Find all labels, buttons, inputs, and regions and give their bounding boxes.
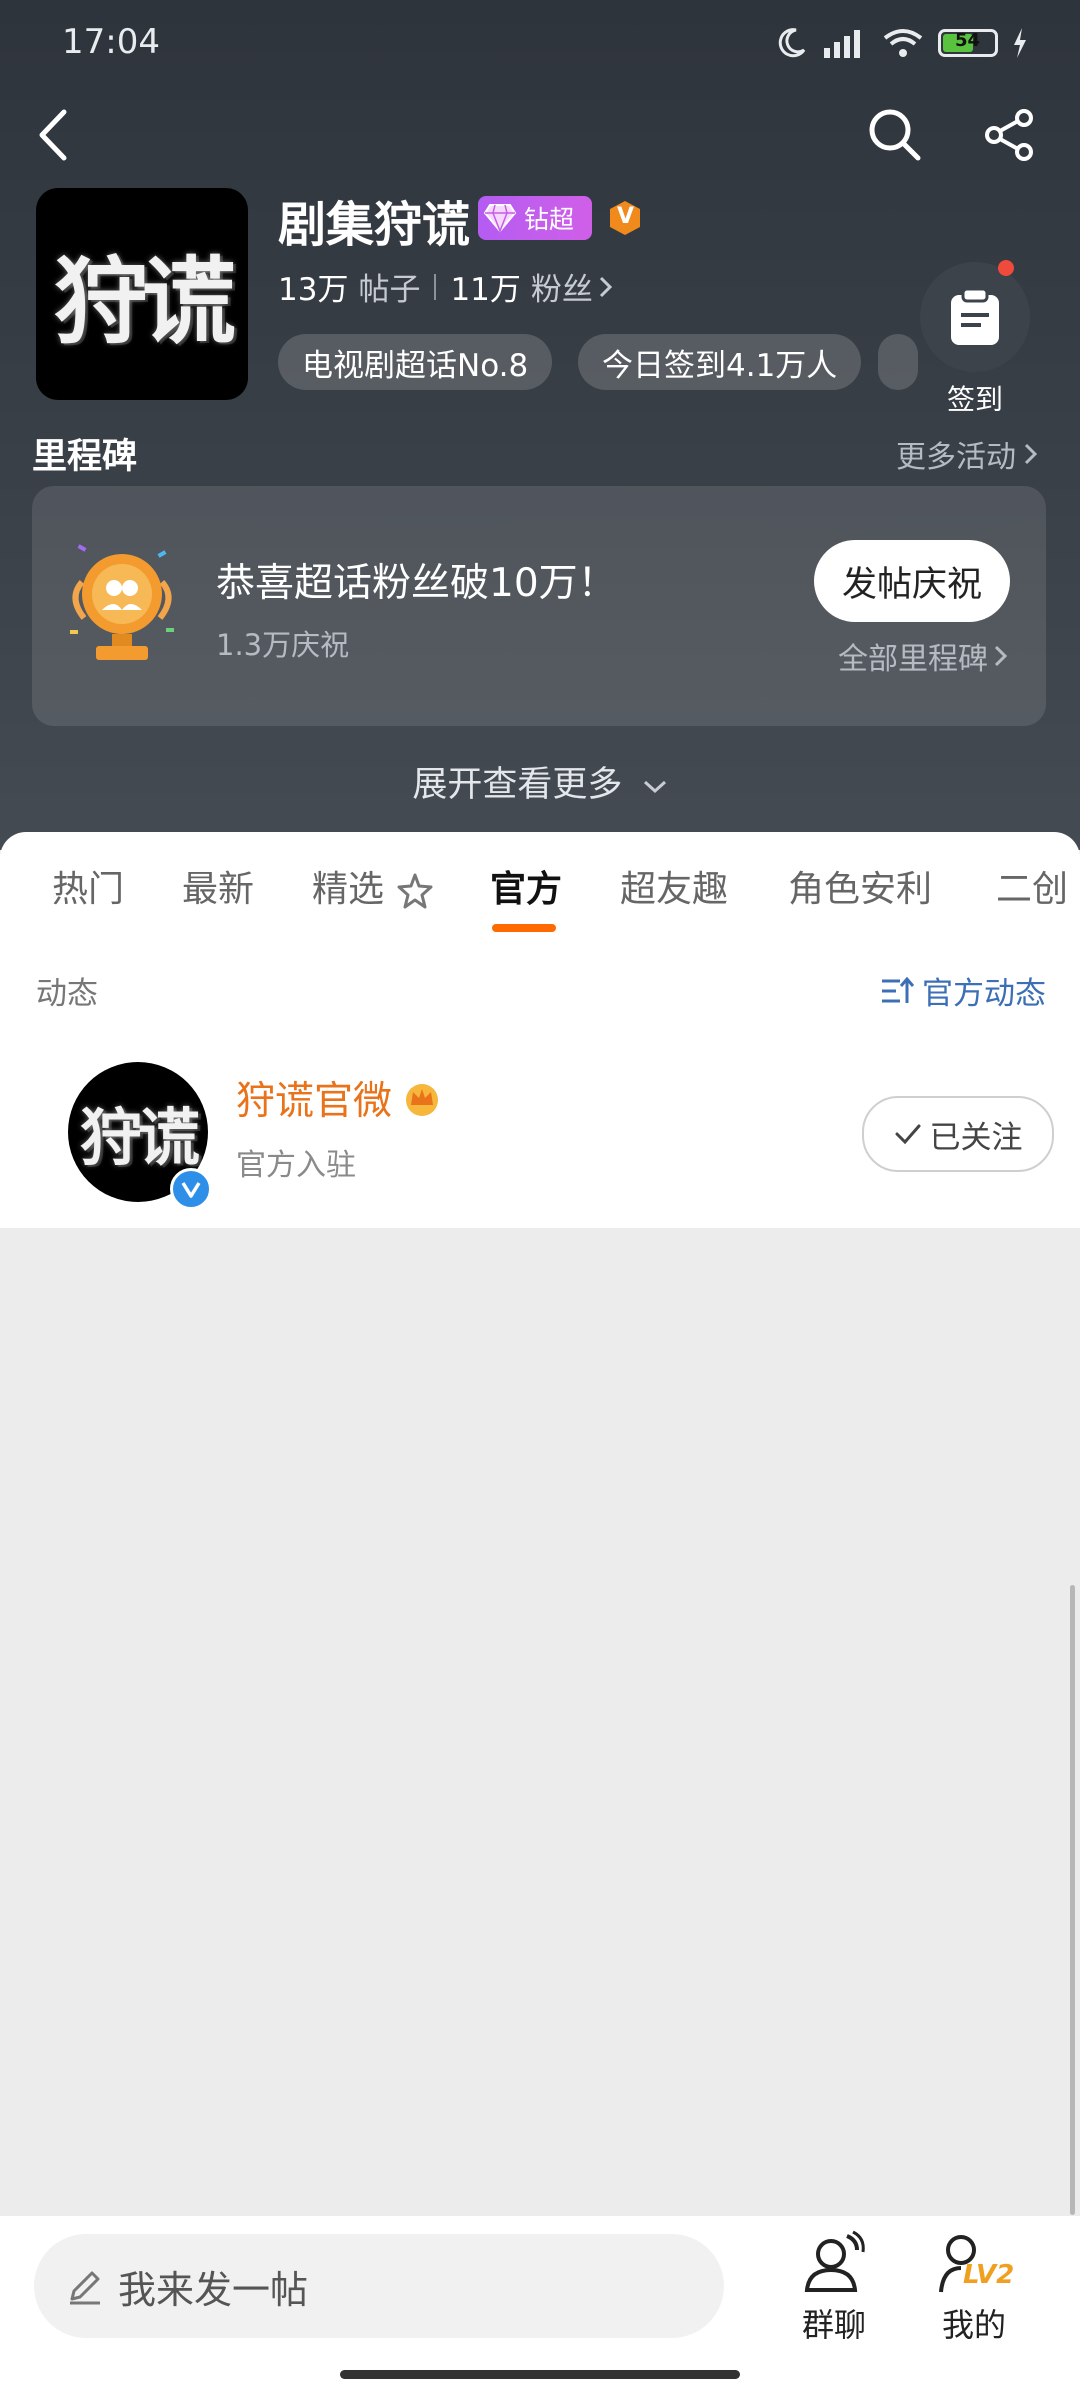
verified-badge-icon [170,1168,212,1210]
tab-super-fun[interactable]: 超友趣 [620,860,728,912]
pencil-icon [70,2271,100,2305]
more-activities-label: 更多活动 [896,440,1016,475]
checkin-label: 签到 [946,383,1003,416]
topic-stats: 13万 帖子 11万 粉丝 [278,264,615,309]
fans-link[interactable]: 11万 粉丝 [450,264,614,309]
official-v-badge: V [606,199,644,237]
sparkle-star-icon [397,873,433,909]
status-time: 17:04 [62,22,160,62]
rank-chip[interactable]: 电视剧超话No.8 [278,334,553,390]
official-feed-link[interactable]: 官方动态 [880,968,1046,1013]
sort-filter-icon [882,976,914,1003]
milestone-title: 恭喜超话粉丝破10万！ [216,561,617,606]
chevron-right-icon [1024,443,1038,465]
avatar-text: 狩谎 [79,1101,200,1174]
home-indicator[interactable] [340,2370,740,2379]
signal-icon [824,30,860,58]
content-sheet: 热门 最新 精选 官方 超友趣 角色安利 二创 动态 官方动态 狩谎 狩谎官微 … [0,832,1080,1228]
v-badge-text: V [617,204,635,229]
wifi-icon [883,29,923,57]
topic-cover: 狩谎 [36,188,248,400]
moon-icon [778,28,806,58]
more-activities-link[interactable]: 更多活动 [896,432,1040,476]
official-account-subtitle: 官方入驻 [236,1148,356,1183]
status-icons: 54 [774,26,1028,60]
notification-dot [998,260,1014,276]
checkin-icon-wrap [920,260,1030,372]
mine-button[interactable]: LV2 我的 [914,2230,1034,2346]
topic-cover-text: 狩谎 [53,247,236,357]
search-button[interactable] [866,106,922,162]
tab-hot[interactable]: 热门 [52,860,124,912]
posts-label: 帖子 [358,272,421,308]
scrollbar[interactable] [1070,1585,1075,2215]
diamond-badge-label: 钻超 [524,205,575,234]
topic-title: 剧集狩谎 [278,197,471,253]
expand-more-label: 展开查看更多 [412,765,623,805]
charging-icon [1014,28,1026,58]
level-badge: LV2 [963,2260,1015,2290]
tab-featured[interactable]: 精选 [312,860,435,912]
chevron-down-icon [643,780,666,794]
group-chat-button[interactable]: 群聊 [774,2230,894,2346]
group-chat-label: 群聊 [801,2306,866,2344]
bottom-bar: 我来发一帖 群聊 LV2 我的 [0,2216,1080,2400]
all-milestones-link[interactable]: 全部里程碑 [838,634,1010,678]
stats-divider [434,273,437,300]
feed-label: 动态 [36,976,98,1012]
checkin-button[interactable]: 签到 [920,260,1030,418]
fans-count: 11万 [450,272,521,308]
milestone-section-title: 里程碑 [32,437,138,477]
back-arrow-icon [39,109,67,161]
followed-label: 已关注 [929,1119,1023,1156]
battery-icon: 54 [938,29,998,57]
all-milestones-label: 全部里程碑 [838,642,988,677]
expand-more-button[interactable]: 展开查看更多 [0,756,1080,807]
clipboard-icon [951,287,999,345]
tab-official[interactable]: 官方 [490,860,562,912]
crown-member-icon [406,1084,439,1116]
checkin-count-chip[interactable]: 今日签到4.1万人 [578,334,862,390]
search-icon [869,109,921,161]
milestone-subtitle: 1.3万庆祝 [216,628,350,662]
mine-label: 我的 [941,2306,1006,2344]
tab-character-rec[interactable]: 角色安利 [788,860,932,912]
trophy-icon [62,538,182,672]
more-chip[interactable] [878,334,918,390]
chevron-right-icon [599,276,613,297]
official-account-name-row[interactable]: 狩谎官微 [236,1070,442,1126]
tab-fan-creation[interactable]: 二创 [996,860,1068,912]
new-post-placeholder: 我来发一帖 [118,2267,309,2312]
followed-button[interactable]: 已关注 [862,1096,1054,1172]
diamond-badge[interactable]: 钻超 [478,196,592,240]
diamond-icon [478,196,522,240]
active-tab-indicator [492,924,556,932]
group-chat-icon [804,2230,865,2292]
official-feed-label: 官方动态 [922,976,1046,1012]
posts-count: 13万 [278,272,349,308]
share-button[interactable] [982,108,1036,162]
check-icon [895,1124,920,1145]
tab-latest[interactable]: 最新 [182,860,254,912]
back-button[interactable] [34,108,74,162]
mine-icon-wrap: LV2 [937,2230,1015,2300]
milestone-card[interactable]: 恭喜超话粉丝破10万！ 1.3万庆祝 发帖庆祝 全部里程碑 [32,486,1046,726]
chevron-right-icon [994,645,1008,667]
tab-bar: 热门 最新 精选 官方 超友趣 角色安利 二创 [0,860,1080,950]
tab-featured-label: 精选 [312,869,385,910]
official-account-name: 狩谎官微 [236,1079,393,1124]
battery-level: 54 [955,30,981,51]
post-celebrate-button[interactable]: 发帖庆祝 [814,540,1010,622]
topic-header: 17:04 54 狩谎 剧集狩谎 钻超 V 13万 帖子 11万 粉丝 电视剧超… [0,0,1080,850]
new-post-input[interactable]: 我来发一帖 [34,2234,724,2338]
share-icon [985,109,1033,161]
fans-label: 粉丝 [530,272,593,308]
